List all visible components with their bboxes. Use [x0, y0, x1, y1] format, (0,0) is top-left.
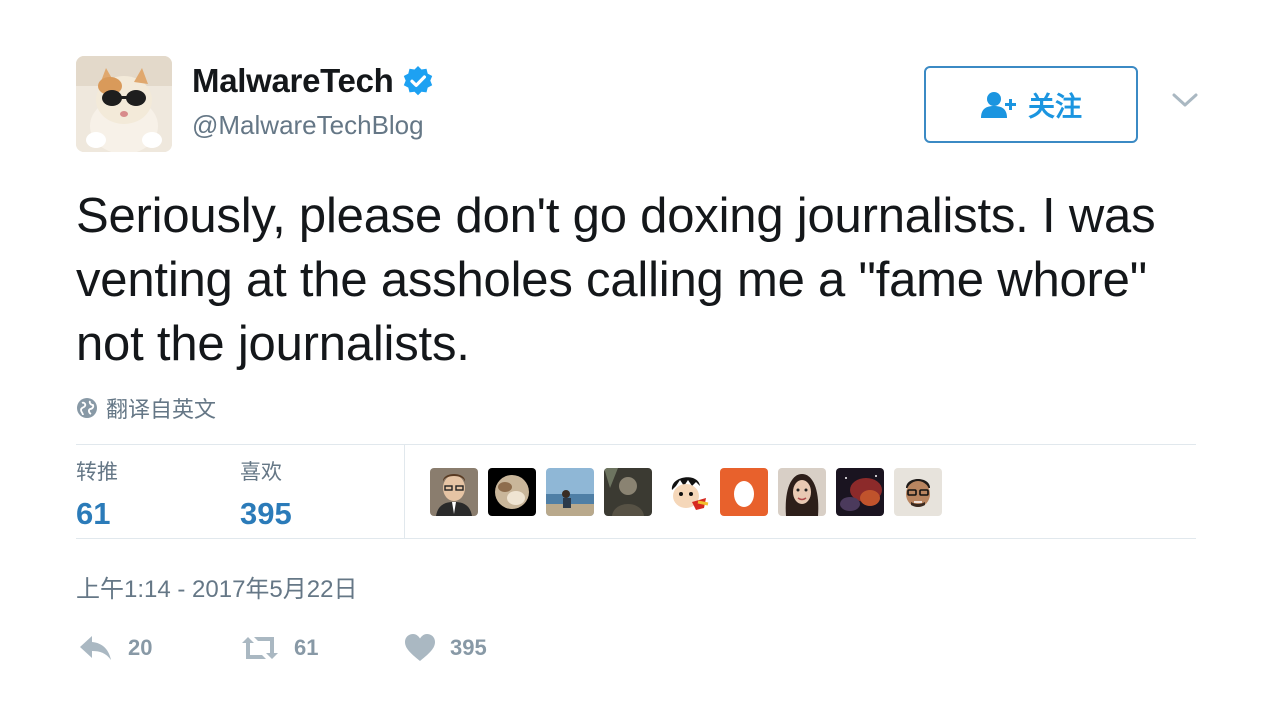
follow-button-label: 关注 — [1028, 92, 1082, 122]
avatar-pluto-icon — [488, 468, 536, 516]
liker-avatar[interactable] — [430, 468, 478, 516]
likes-stat[interactable]: 喜欢 395 — [240, 456, 292, 532]
heart-icon — [405, 634, 435, 661]
liker-avatar[interactable] — [488, 468, 536, 516]
avatar-man-glasses-icon — [430, 468, 478, 516]
avatar-beach-icon — [546, 468, 594, 516]
add-user-icon — [980, 90, 1018, 120]
stats-top-divider — [76, 444, 1196, 445]
tweet-text: Seriously, please don't go doxing journa… — [76, 189, 1156, 371]
liker-avatar[interactable] — [778, 468, 826, 516]
avatar-dark-figure-icon — [604, 468, 652, 516]
avatar-woman-icon — [778, 468, 826, 516]
verified-badge-icon — [402, 65, 434, 97]
cat-with-sunglasses-image — [76, 56, 172, 152]
retweets-count: 61 — [76, 496, 111, 531]
reply-icon — [80, 636, 111, 660]
avatar-cartoon-icon — [662, 468, 710, 516]
liker-avatar[interactable] — [604, 468, 652, 516]
liker-avatar[interactable] — [836, 468, 884, 516]
likes-count: 395 — [240, 496, 292, 531]
globe-icon — [77, 398, 97, 418]
avatar-default-egg-icon — [720, 468, 768, 516]
tweet-timestamp[interactable]: 上午1:14 - 2017年5月22日 — [76, 569, 357, 604]
retweet-count: 61 — [294, 635, 319, 660]
stats-bottom-divider — [76, 538, 1196, 539]
author-name-row[interactable]: MalwareTech — [192, 62, 434, 100]
reply-button[interactable]: 20 — [78, 632, 240, 664]
retweets-label: 转推 — [76, 461, 118, 484]
tweet-actions: 20 61 395 — [78, 632, 487, 664]
like-count: 395 — [450, 635, 487, 660]
follow-button[interactable]: 关注 — [924, 66, 1138, 143]
author-handle[interactable]: @MalwareTechBlog — [192, 110, 424, 141]
translate-label: 翻译自英文 — [106, 397, 217, 422]
liker-avatar[interactable] — [546, 468, 594, 516]
retweet-button[interactable]: 61 — [240, 633, 404, 663]
avatar-red-nebula-icon — [836, 468, 884, 516]
liker-avatar[interactable] — [662, 468, 710, 516]
retweet-icon — [242, 637, 278, 659]
likers-avatar-list — [430, 468, 952, 516]
author-avatar[interactable] — [76, 56, 172, 152]
author-display-name[interactable]: MalwareTech — [192, 62, 394, 100]
chevron-down-icon[interactable] — [1170, 88, 1200, 112]
liker-avatar[interactable] — [720, 468, 768, 516]
avatar-cartoon-man-glasses-icon — [894, 468, 942, 516]
likes-label: 喜欢 — [240, 461, 282, 484]
stats-vertical-divider — [404, 445, 405, 538]
retweets-stat[interactable]: 转推 61 — [76, 456, 118, 532]
liker-avatar[interactable] — [894, 468, 942, 516]
like-button[interactable]: 395 — [404, 633, 487, 663]
tweet-card: MalwareTech @MalwareTechBlog 关注 Seriousl… — [0, 0, 1276, 724]
translate-tweet-link[interactable]: 翻译自英文 — [76, 392, 216, 424]
reply-count: 20 — [128, 635, 153, 660]
